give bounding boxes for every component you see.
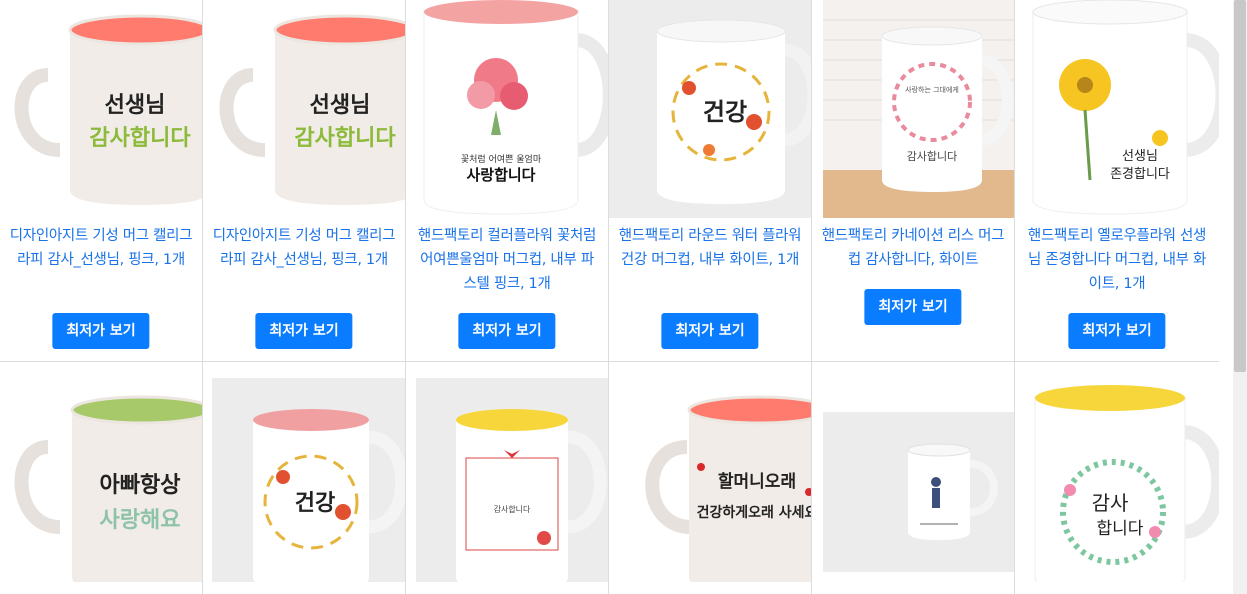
svg-text:사랑해요: 사랑해요 [100,507,181,533]
product-card: 선생님 감사합니다 디자인아지트 기성 머그 캘리그라피 감사_선생님, 핑크,… [203,0,406,362]
product-image[interactable]: 선생님 감사합니다 [0,0,202,218]
product-image[interactable]: 사랑하는 그대에게 감사합니다 [812,0,1014,218]
product-image[interactable]: 할머니오래 건강하게오래 사세요 [609,362,811,582]
product-card: 선생님 존경합니다 핸드팩토리 옐로우플라워 선생님 존경합니다 머그컵, 내부… [1015,0,1219,362]
svg-text:선생님: 선생님 [1122,149,1158,164]
svg-text:합니다: 합니다 [1097,519,1144,539]
svg-text:존경합니다: 존경합니다 [1110,167,1170,182]
product-card: 사랑하는 그대에게 감사합니다 핸드팩토리 카네이션 리스 머그컵 감사합니다,… [812,0,1015,362]
lowest-price-button[interactable]: 최저가 보기 [661,313,759,349]
svg-text:감사합니다: 감사합니다 [294,125,396,151]
svg-text:건강하게오래 사세요: 건강하게오래 사세요 [697,504,811,521]
product-image[interactable]: 건강 [203,362,405,582]
product-title-link[interactable]: 핸드팩토리 옐로우플라워 선생님 존경합니다 머그컵, 내부 화이트, 1개 [1023,224,1211,296]
svg-text:꽃처럼 어여쁜 울엄마: 꽃처럼 어여쁜 울엄마 [461,153,542,165]
product-card: 감사합니다 [406,362,609,594]
product-title-link[interactable]: 디자인아지트 기성 머그 캘리그라피 감사_선생님, 핑크, 1개 [8,224,194,272]
lowest-price-button[interactable]: 최저가 보기 [1068,313,1166,349]
svg-text:건강: 건강 [703,97,747,126]
svg-text:사랑합니다: 사랑합니다 [466,166,535,184]
scrollbar-thumb[interactable] [1234,0,1246,372]
product-title-link[interactable]: 핸드팩토리 컬러플라워 꽃처럼어여쁜울엄마 머그컵, 내부 파스텔 핑크, 1개 [414,224,600,296]
product-title-link[interactable]: 핸드팩토리 카네이션 리스 머그컵 감사합니다, 화이트 [820,224,1006,272]
product-card: 할머니오래 건강하게오래 사세요 [609,362,812,594]
product-grid: 선생님 감사합니다 디자인아지트 기성 머그 캘리그라피 감사_선생님, 핑크,… [0,0,1219,594]
product-image[interactable]: 꽃처럼 어여쁜 울엄마 사랑합니다 [406,0,608,218]
product-card [812,362,1015,594]
lowest-price-button[interactable]: 최저가 보기 [458,313,556,349]
product-image[interactable]: 아빠항상 사랑해요 [0,362,202,582]
product-card: 건강 핸드팩토리 라운드 워터 플라워 건강 머그컵, 내부 화이트, 1개 최… [609,0,812,362]
product-image[interactable]: 선생님 존경합니다 [1015,0,1219,218]
svg-text:감사합니다: 감사합니다 [89,125,191,151]
product-image[interactable]: 선생님 감사합니다 [203,0,405,218]
product-card: 아빠항상 사랑해요 [0,362,203,594]
product-title-link[interactable]: 디자인아지트 기성 머그 캘리그라피 감사_선생님, 핑크, 1개 [211,224,397,272]
svg-text:아빠항상: 아빠항상 [100,472,181,498]
svg-text:감사: 감사 [1092,491,1129,515]
product-card: 꽃처럼 어여쁜 울엄마 사랑합니다 핸드팩토리 컬러플라워 꽃처럼어여쁜울엄마 … [406,0,609,362]
lowest-price-button[interactable]: 최저가 보기 [52,313,150,349]
svg-text:선생님: 선생님 [105,92,166,118]
svg-text:건강: 건강 [295,490,335,516]
product-image[interactable]: 감사 합니다 [1015,362,1219,582]
product-image[interactable]: 건강 [609,0,811,218]
product-title-link[interactable]: 핸드팩토리 라운드 워터 플라워 건강 머그컵, 내부 화이트, 1개 [617,224,803,272]
product-card: 건강 [203,362,406,594]
svg-text:감사합니다: 감사합니다 [494,504,531,514]
product-card: 선생님 감사합니다 디자인아지트 기성 머그 캘리그라피 감사_선생님, 핑크,… [0,0,203,362]
product-card: 감사 합니다 [1015,362,1219,594]
svg-text:할머니오래: 할머니오래 [718,472,796,492]
product-image[interactable] [812,362,1014,582]
lowest-price-button[interactable]: 최저가 보기 [864,289,962,325]
svg-text:선생님: 선생님 [310,92,371,118]
lowest-price-button[interactable]: 최저가 보기 [255,313,353,349]
svg-text:감사합니다: 감사합니다 [907,150,958,163]
svg-text:사랑하는 그대에게: 사랑하는 그대에게 [905,85,959,94]
product-image[interactable]: 감사합니다 [406,362,608,582]
